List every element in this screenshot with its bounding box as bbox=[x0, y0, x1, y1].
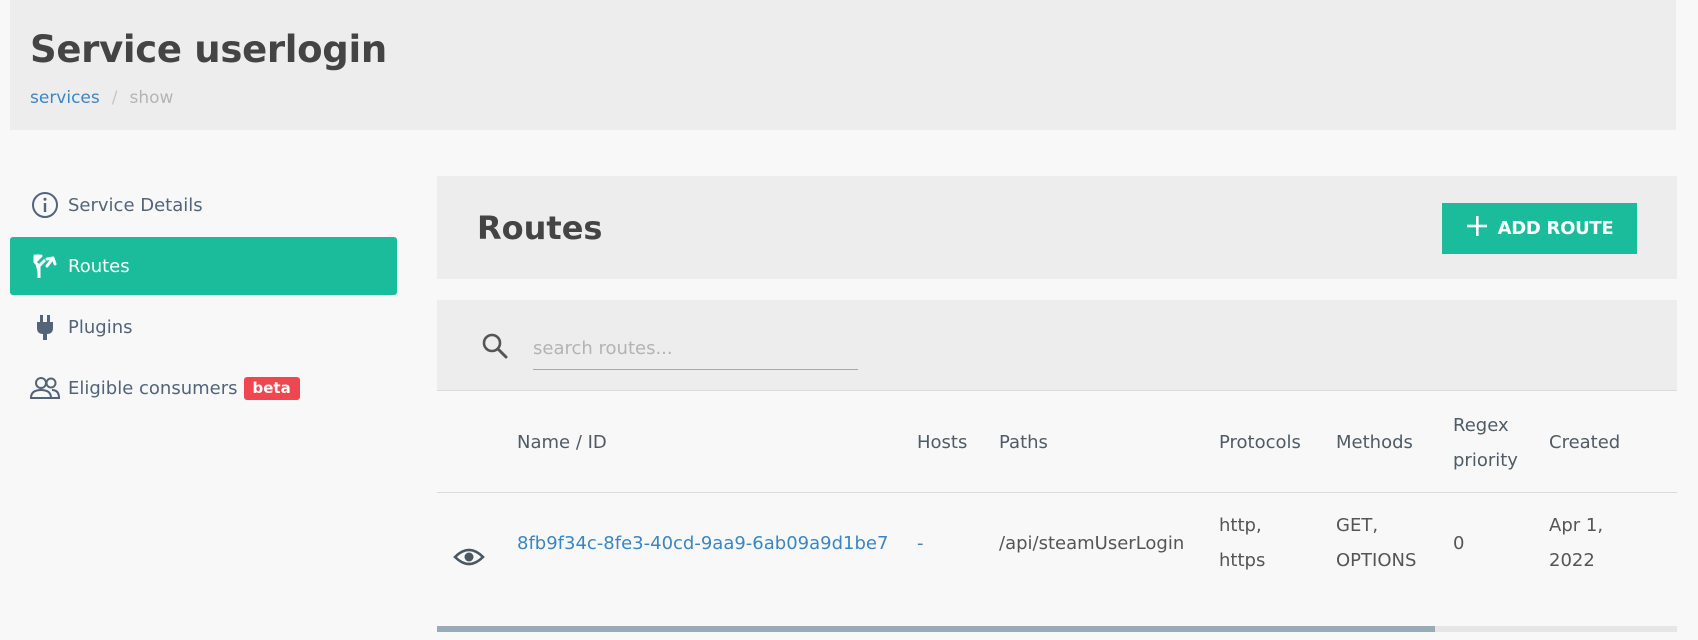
column-header-created: Created bbox=[1549, 432, 1621, 453]
route-protocol-item: https bbox=[1219, 550, 1266, 571]
route-created-date: Apr 1, bbox=[1549, 515, 1604, 536]
breadcrumb-services-link[interactable]: services bbox=[30, 88, 100, 108]
sidebar-item-label: Eligible consumers bbox=[68, 377, 238, 399]
breadcrumb-current: show bbox=[129, 88, 174, 108]
route-method-item: GET, bbox=[1336, 515, 1379, 536]
routes-icon bbox=[30, 251, 60, 281]
sidebar-item-label: Plugins bbox=[68, 316, 133, 338]
route-id-link[interactable]: 8fb9f34c-8fe3-40cd-9aa9-6ab09a9d1be7 bbox=[517, 526, 888, 561]
column-header-protocols: Protocols bbox=[1219, 432, 1301, 453]
column-header-methods: Methods bbox=[1336, 432, 1413, 453]
routes-header: Routes ADD ROUTE bbox=[437, 176, 1677, 279]
column-header-name-id: Name / ID bbox=[517, 432, 607, 453]
sidebar-item-plugins[interactable]: Plugins bbox=[10, 298, 397, 356]
plug-icon bbox=[30, 312, 60, 342]
sidebar-item-label: Service Details bbox=[68, 194, 203, 216]
table-row: 8fb9f34c-8fe3-40cd-9aa9-6ab09a9d1be7 - /… bbox=[437, 493, 1677, 627]
route-methods: GET, OPTIONS bbox=[1336, 508, 1416, 578]
column-header-regex-priority: Regex priority bbox=[1453, 415, 1518, 471]
breadcrumb-separator: / bbox=[111, 88, 118, 108]
search-bar bbox=[437, 300, 1677, 391]
search-input[interactable] bbox=[533, 328, 858, 370]
column-header-paths: Paths bbox=[999, 432, 1048, 453]
routes-title: Routes bbox=[477, 209, 603, 247]
eye-icon[interactable] bbox=[453, 545, 485, 573]
table-header: Name / ID Hosts Paths Protocols Methods … bbox=[437, 392, 1677, 493]
beta-badge: beta bbox=[243, 376, 300, 400]
breadcrumb: services / show bbox=[30, 88, 173, 108]
route-created-year: 2022 bbox=[1549, 550, 1595, 571]
route-paths: /api/steamUserLogin bbox=[999, 533, 1185, 554]
search-icon bbox=[481, 332, 509, 364]
sidebar-item-service-details[interactable]: Service Details bbox=[10, 176, 397, 234]
routes-table: Name / ID Hosts Paths Protocols Methods … bbox=[437, 392, 1677, 627]
horizontal-scrollbar[interactable] bbox=[437, 626, 1677, 632]
column-header-hosts: Hosts bbox=[917, 432, 968, 453]
sidebar-item-eligible-consumers[interactable]: Eligible consumers beta bbox=[10, 359, 397, 417]
route-protocol-item: http, bbox=[1219, 515, 1262, 536]
route-hosts: - bbox=[917, 533, 924, 554]
horizontal-scrollbar-thumb[interactable] bbox=[437, 626, 1435, 632]
page-title: Service userlogin bbox=[30, 28, 387, 71]
add-route-button[interactable]: ADD ROUTE bbox=[1442, 203, 1637, 254]
users-icon bbox=[30, 373, 60, 403]
route-created: Apr 1, 2022 bbox=[1549, 508, 1603, 578]
sidebar-item-routes[interactable]: Routes bbox=[10, 237, 397, 295]
plus-icon bbox=[1466, 215, 1488, 242]
page-header: Service userlogin services / show bbox=[10, 0, 1676, 130]
info-icon bbox=[30, 190, 60, 220]
sidebar-item-label: Routes bbox=[68, 255, 130, 277]
sidebar: Service Details Routes Plugins Eligible … bbox=[10, 176, 397, 420]
add-route-label: ADD ROUTE bbox=[1497, 218, 1614, 239]
route-regex-priority: 0 bbox=[1453, 533, 1465, 554]
route-protocols: http, https bbox=[1219, 508, 1265, 578]
route-method-item: OPTIONS bbox=[1336, 550, 1417, 571]
